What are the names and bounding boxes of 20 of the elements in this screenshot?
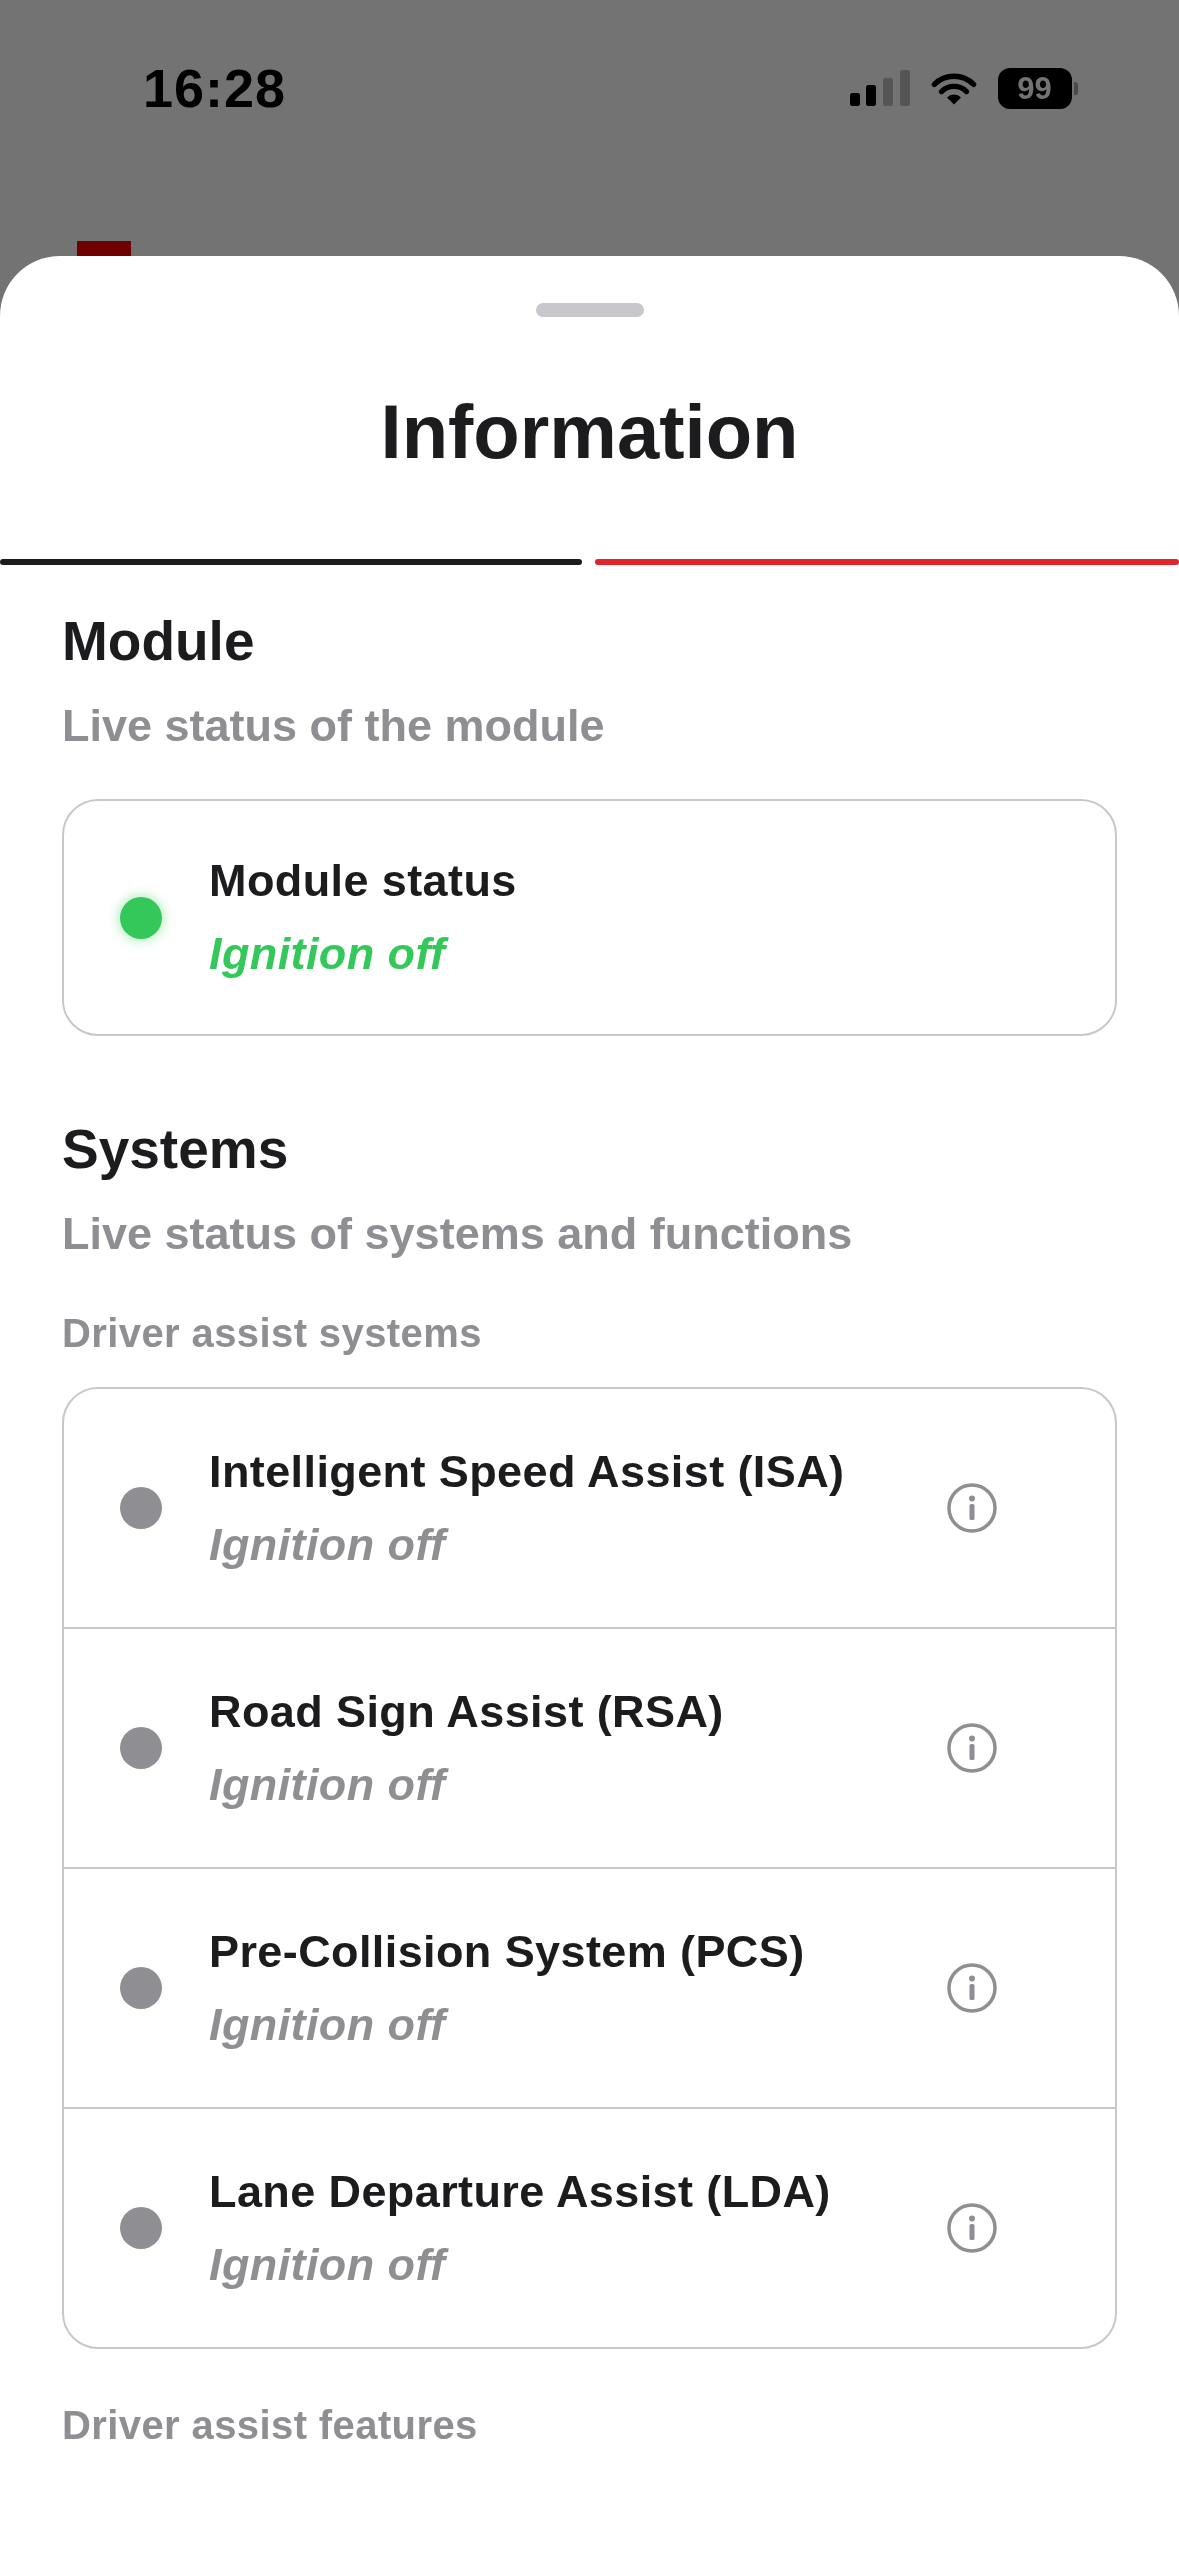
- info-icon[interactable]: [947, 1483, 997, 1533]
- group-label: Driver assist features: [62, 2405, 478, 2445]
- info-icon[interactable]: [947, 1723, 997, 1773]
- app-logo-icon: [77, 241, 131, 256]
- section-subtitle: Live status of systems and functions: [62, 1211, 853, 1256]
- status-name: Module status: [209, 854, 517, 908]
- group-label: Driver assist systems: [62, 1313, 482, 1353]
- section-subtitle: Live status of the module: [62, 703, 605, 748]
- info-icon[interactable]: [947, 1963, 997, 2013]
- system-name: Pre-Collision System (PCS): [209, 1924, 805, 1979]
- battery-indicator: 99: [998, 67, 1078, 109]
- signal-icon: [850, 70, 910, 106]
- system-name: Intelligent Speed Assist (ISA): [209, 1444, 845, 1499]
- system-name: Road Sign Assist (RSA): [209, 1684, 724, 1739]
- drag-handle[interactable]: [535, 303, 644, 317]
- info-icon[interactable]: [947, 2203, 997, 2253]
- system-name: Lane Departure Assist (LDA): [209, 2164, 831, 2219]
- sheet-title: Information: [380, 394, 799, 470]
- section-title: Module: [62, 614, 255, 669]
- status-time: 16:28: [143, 61, 287, 115]
